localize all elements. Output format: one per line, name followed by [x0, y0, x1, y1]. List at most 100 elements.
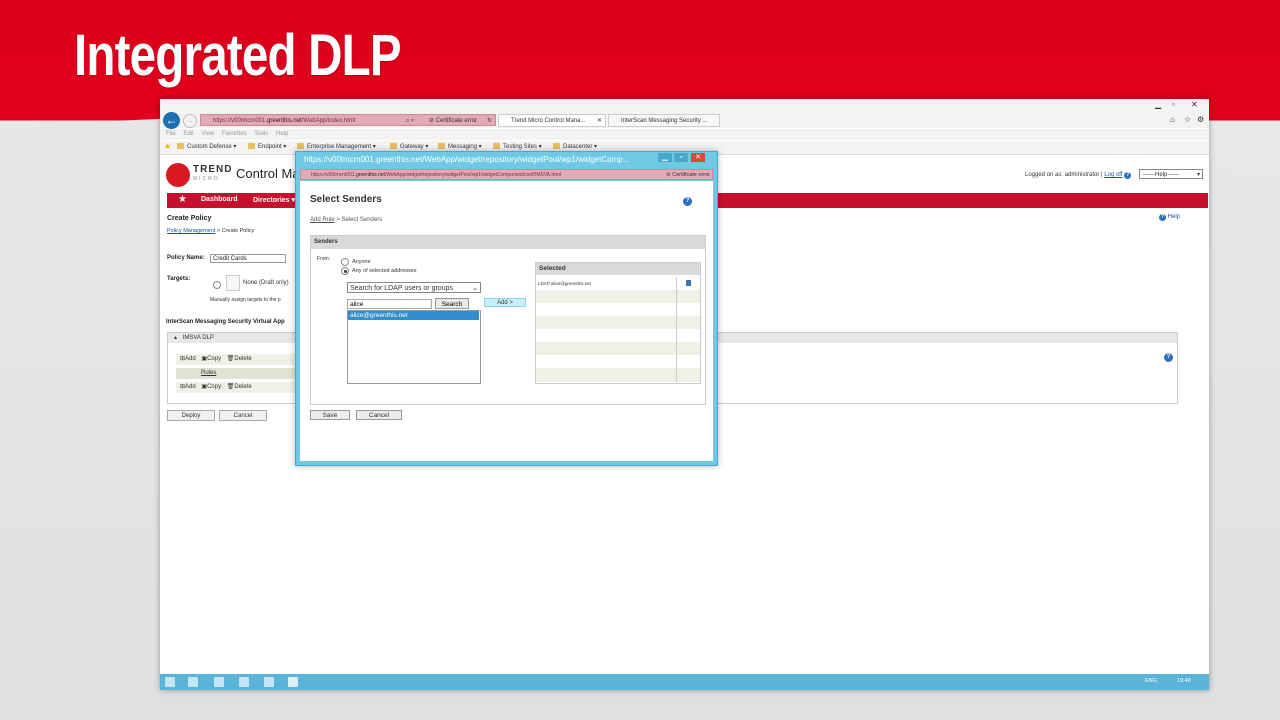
home-icon[interactable]: ⌂: [1170, 115, 1175, 124]
logged-in-status: Logged on as: administrator | Log off ?: [1025, 172, 1132, 179]
section-title: InterScan Messaging Security Virtual App: [166, 319, 285, 325]
selected-empty-row: [536, 342, 676, 355]
delete-button[interactable]: 🗑Delete: [227, 384, 252, 390]
delete-button[interactable]: 🗑Delete: [227, 356, 252, 362]
menu-bar: File Edit View Favorites Tools Help: [160, 129, 1209, 140]
search-button[interactable]: Search: [435, 298, 469, 309]
selected-addresses-label: Any of selected addresses: [352, 268, 417, 274]
taskbar: ENG 19:48: [160, 674, 1209, 690]
selected-empty-cell: [676, 316, 700, 329]
ldap-search-select[interactable]: Search for LDAP users or groups ⌄: [347, 282, 481, 293]
refresh-icon[interactable]: ↻: [487, 115, 492, 127]
help-select[interactable]: ------Help------ ▾: [1139, 169, 1203, 179]
selected-empty-cell: [676, 303, 700, 316]
certificate-error[interactable]: ⊘ Certificate error: [429, 115, 477, 127]
logoff-link[interactable]: Log off: [1104, 172, 1122, 178]
copy-button[interactable]: ▣Copy: [201, 356, 221, 362]
forward-arrow-icon[interactable]: →: [183, 114, 197, 128]
panel-help-icon[interactable]: ?: [1164, 353, 1173, 362]
explorer-icon[interactable]: [188, 677, 198, 687]
search-results-list[interactable]: alice@greenthis.net: [347, 310, 481, 384]
nav-directories[interactable]: Directories ▾: [253, 196, 295, 204]
policy-name-label: Policy Name:: [167, 255, 205, 261]
trash-icon[interactable]: [686, 280, 691, 286]
language-indicator[interactable]: ENG: [1145, 678, 1157, 684]
popup-breadcrumb: Add Rule > Select Senders: [310, 217, 383, 223]
result-item[interactable]: alice@greenthis.net: [348, 311, 479, 320]
collapse-icon[interactable]: ▴: [174, 335, 177, 341]
chevron-down-icon: ⌄: [472, 285, 478, 292]
fav-custom-defense[interactable]: Custom Defense ▾: [177, 143, 236, 152]
close-icon[interactable]: ✕: [1191, 100, 1198, 109]
cancel-button[interactable]: Cancel: [219, 410, 267, 421]
browser-titlebar: ▁ ▫ ✕: [160, 99, 1209, 111]
page-help-link[interactable]: ? Help: [1159, 214, 1180, 221]
add-selected-button[interactable]: Add >: [484, 298, 526, 307]
app-icon[interactable]: [264, 677, 274, 687]
selected-empty-row: [536, 329, 676, 342]
targets-option-label: None (Draft only): [243, 280, 289, 286]
tab-control-manager[interactable]: Trend Micro Control Mana... ✕: [498, 114, 606, 127]
senders-section: Senders From: Anyone Any of selected add…: [310, 235, 706, 405]
targets-label: Targets:: [167, 276, 191, 282]
selected-empty-row: [536, 316, 676, 329]
selected-item[interactable]: LDAP:alice@greenthis.net: [536, 277, 676, 290]
address-bar[interactable]: https://v00tmcm001.greenthis.net/WebApp/…: [200, 114, 496, 126]
selected-empty-row: [536, 303, 676, 316]
server-manager-icon[interactable]: [214, 677, 224, 687]
save-button[interactable]: Save: [310, 410, 350, 420]
tab-interscan[interactable]: InterScan Messaging Security ...: [608, 114, 720, 127]
popup-window-title: https://v00tmcm001.greenthis.net/WebApp/…: [304, 155, 630, 164]
popup-help-icon[interactable]: ?: [683, 197, 692, 206]
selected-empty-cell: [676, 342, 700, 355]
start-icon[interactable]: [165, 677, 175, 687]
policy-name-input[interactable]: Credit Cards: [210, 254, 286, 263]
selected-empty-row: [536, 290, 676, 303]
menu-favorites[interactable]: Favorites: [222, 131, 247, 137]
search-input[interactable]: alice: [347, 299, 432, 309]
menu-view[interactable]: View: [201, 131, 214, 137]
close-tab-icon[interactable]: ✕: [597, 115, 602, 128]
menu-file[interactable]: File: [166, 131, 176, 137]
radio-selected-addresses[interactable]: [341, 267, 349, 275]
senders-header: Senders: [311, 236, 705, 249]
targets-note: Manually assign targets to the p: [210, 297, 281, 303]
popup-close-icon[interactable]: ✕: [691, 153, 705, 162]
menu-tools[interactable]: Tools: [254, 131, 268, 137]
deploy-button[interactable]: Deploy: [167, 410, 215, 421]
nav-dashboard[interactable]: Dashboard: [201, 196, 238, 203]
favorites-star-icon[interactable]: ★: [178, 194, 187, 205]
add-button[interactable]: ⊞Add: [180, 384, 196, 390]
breadcrumb-add-rule[interactable]: Add Rule: [310, 217, 335, 223]
maximize-icon[interactable]: ▫: [1172, 100, 1175, 109]
menu-edit[interactable]: Edit: [183, 131, 193, 137]
popup-cancel-button[interactable]: Cancel: [356, 410, 402, 420]
breadcrumb-policy-management[interactable]: Policy Management: [167, 228, 215, 234]
slide-title: Integrated DLP: [74, 23, 402, 88]
fav-endpoint[interactable]: Endpoint ▾: [248, 143, 286, 152]
menu-help[interactable]: Help: [276, 131, 288, 137]
favorites-star-icon[interactable]: ★: [164, 142, 171, 151]
folder-icon[interactable]: [239, 677, 249, 687]
chevron-down-icon: ▾: [1196, 172, 1200, 178]
star-icon[interactable]: ☆: [1184, 115, 1191, 124]
gear-icon[interactable]: ⚙: [1197, 115, 1204, 124]
popup-certificate-error[interactable]: ⊘ Certificate error: [666, 170, 710, 181]
add-button[interactable]: ⊞Add: [180, 356, 196, 362]
targets-radio[interactable]: [213, 281, 221, 289]
copy-button[interactable]: ▣Copy: [201, 384, 221, 390]
radio-anyone[interactable]: [341, 258, 349, 266]
popup-minimize-icon[interactable]: ▁: [658, 153, 672, 162]
anyone-label: Anyone: [352, 259, 371, 265]
search-icon[interactable]: ⌕ ▾: [406, 115, 414, 127]
popup-address-bar[interactable]: https://v00tmcm001.greenthis.net/WebApp/…: [300, 169, 713, 180]
popup-maximize-icon[interactable]: ▫: [674, 153, 688, 162]
popup-heading: Select Senders: [310, 194, 382, 205]
brand-sub: MICRO: [193, 176, 220, 182]
ie-icon[interactable]: [288, 677, 298, 687]
back-arrow-icon[interactable]: ←: [163, 112, 180, 129]
help-icon[interactable]: ?: [1124, 172, 1132, 179]
minimize-icon[interactable]: ▁: [1155, 100, 1161, 109]
selected-empty-cell: [676, 290, 700, 303]
clock[interactable]: 19:48: [1177, 678, 1191, 684]
